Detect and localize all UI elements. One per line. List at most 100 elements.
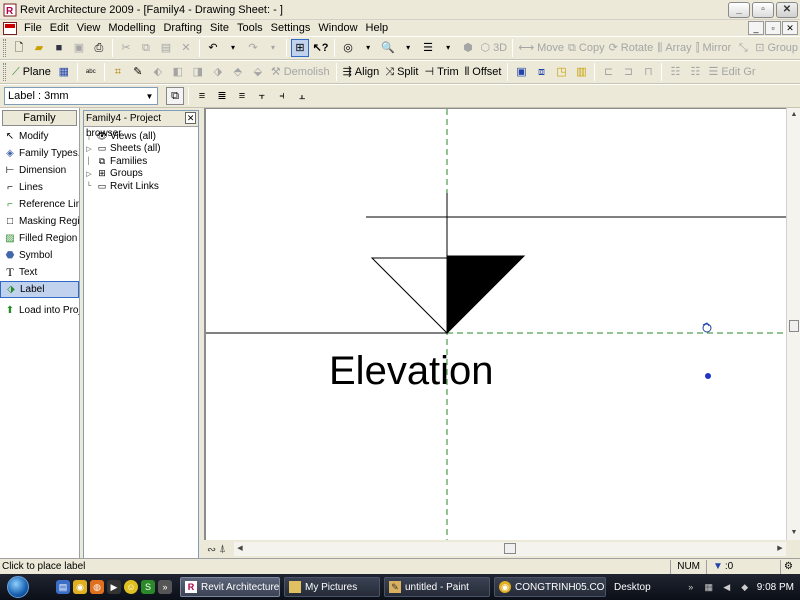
menu-tools[interactable]: Tools [233,22,267,34]
unjoin-geometry-icon[interactable]: ⬘ [229,63,247,81]
plane-button[interactable]: ⟋ Plane [10,63,53,81]
text-align-middle-icon[interactable]: ⫞ [273,87,291,105]
label-placement-point[interactable] [705,373,711,379]
zoom-icon[interactable]: 🔍 [379,39,397,57]
toolbar-grip[interactable] [3,63,6,81]
text-align-left-icon[interactable]: ≡ [193,87,211,105]
copy-to-clipboard-icon[interactable]: ⧈ [532,63,550,81]
text-tool[interactable]: T Text [0,264,79,281]
check-spelling-icon[interactable]: ᵃᵇᶜ [82,63,100,81]
document-icon[interactable] [3,21,17,35]
zoom-dropdown-icon[interactable]: ▾ [359,39,377,57]
vertical-scrollbar[interactable]: ▲ ▼ [786,108,800,540]
horizontal-scroll-thumb[interactable] [504,543,516,554]
join-geometry-icon[interactable]: ⬗ [209,63,227,81]
tree-item-views[interactable]: ┬ 👁 Views (all) [84,130,198,143]
offset-button[interactable]: ⫴ Offset [463,63,504,81]
taskbar-revit[interactable]: R Revit Architecture ... [180,577,280,597]
zoom-options-icon[interactable]: ▾ [399,39,417,57]
menu-settings[interactable]: Settings [267,22,315,34]
demolish-button[interactable]: ⚒ Demolish [269,63,332,81]
windows-explorer-icon[interactable]: ▤ [56,580,70,594]
menu-window[interactable]: Window [314,22,361,34]
list-left-icon[interactable]: ☷ [666,63,684,81]
resize-button[interactable]: ⤡ [734,39,752,57]
tray-expand-icon[interactable]: » [685,581,697,593]
paste-aligned-icon[interactable]: ◳ [552,63,570,81]
horizontal-scrollbar[interactable]: ◀ ▶ [234,542,786,556]
edit-group-button[interactable]: ☰ Edit Gr [706,63,757,81]
expand-icon[interactable]: ▷ [84,170,94,178]
scroll-up-icon[interactable]: ▲ [787,108,800,122]
scroll-down-icon[interactable]: ▼ [787,526,800,540]
menu-modelling[interactable]: Modelling [104,22,159,34]
align-right-icon[interactable]: ⊓ [639,63,657,81]
save-to-central-icon[interactable]: ▣ [70,39,88,57]
close-button[interactable]: ✕ [776,2,798,18]
eyedropper-icon[interactable]: ✎ [129,63,147,81]
lines-tool[interactable]: ⌐ Lines [0,179,79,196]
paste-icon[interactable]: ▤ [157,39,175,57]
detail-level-icon[interactable]: ⍋ [219,543,226,556]
redo-icon[interactable]: ↷ [244,39,262,57]
dimension-tool[interactable]: ⊢ Dimension [0,162,79,179]
type-selector-dropdown[interactable]: Label : 3mm ▼ [4,87,158,105]
modify-mode-icon[interactable]: ⊞ [290,39,309,57]
menu-file[interactable]: File [20,22,46,34]
cut-geometry-icon[interactable]: ◧ [169,63,187,81]
start-button[interactable] [0,574,36,600]
move-button[interactable]: ⟷ Move [517,39,564,57]
create-similar-icon[interactable]: ▣ [512,63,530,81]
rotate-button[interactable]: ⟳ Rotate [608,39,654,57]
uncut-geometry-icon[interactable]: ◨ [189,63,207,81]
properties-icon[interactable]: ⧉ [166,87,184,105]
scroll-right-icon[interactable]: ▶ [774,542,786,556]
skype-icon[interactable]: S [141,580,155,594]
steering-wheel-icon[interactable]: ◎ [339,39,357,57]
quick-launch-overflow-icon[interactable]: » [158,580,172,594]
tree-item-revit-links[interactable]: └ ▭ Revit Links [84,180,198,193]
security-icon[interactable]: ◆ [739,581,751,593]
new-icon[interactable]: 🗋 [10,39,28,57]
grid-icon[interactable]: ▦ [55,63,73,81]
text-align-right-icon[interactable]: ≡ [233,87,251,105]
clock[interactable]: 9:08 PM [757,582,794,593]
drawing-canvas[interactable]: Elevation [204,108,786,540]
taskbar-chrome-page[interactable]: ◉ CONGTRINH05.CO... [494,577,606,597]
list-center-icon[interactable]: ☷ [686,63,704,81]
family-types-tool[interactable]: ◈ Family Types... [0,145,79,162]
undo-icon[interactable]: ↶ [204,39,222,57]
label-tool[interactable]: ⬗ Label [0,281,79,298]
group-button[interactable]: ⊡ Group [754,39,799,57]
elevation-label[interactable]: Elevation [329,351,494,391]
filter-indicator[interactable]: ▼ :0 [706,559,780,574]
menu-help[interactable]: Help [362,22,393,34]
default-3d-view-icon[interactable]: ⬡ 3D [479,39,508,57]
doc-minimize-button[interactable]: _ [748,21,764,35]
menu-view[interactable]: View [73,22,105,34]
expand-icon[interactable]: ▷ [84,145,94,153]
tree-item-sheets[interactable]: ▷ ▭ Sheets (all) [84,143,198,156]
print-icon[interactable]: ⎙ [90,39,108,57]
menu-site[interactable]: Site [206,22,233,34]
text-align-bottom-icon[interactable]: ⫠ [293,87,311,105]
menu-edit[interactable]: Edit [46,22,73,34]
copy-icon[interactable]: ⧉ [137,39,155,57]
copy-button[interactable]: ⧉ Copy [567,39,606,57]
match-type-icon[interactable]: ⌗ [109,63,127,81]
tree-item-groups[interactable]: ▷ ⊞ Groups [84,168,198,181]
load-into-project-tool[interactable]: ⬆ Load into Project [0,302,79,319]
media-player-icon[interactable]: ▶ [107,580,121,594]
network-icon[interactable]: ▦ [703,581,715,593]
chrome-icon[interactable]: ◉ [73,580,87,594]
toolbar-grip[interactable] [3,39,6,57]
firefox-icon[interactable]: ◍ [90,580,104,594]
doc-close-button[interactable]: ✕ [782,21,798,35]
mirror-button[interactable]: ⫿ Mirror [695,39,733,57]
doc-restore-button[interactable]: ▫ [765,21,781,35]
masking-region-tool[interactable]: □ Masking Region [0,213,79,230]
volume-icon[interactable]: ◀ [721,581,733,593]
modify-tool[interactable]: ↖ Modify [0,128,79,145]
family-tab[interactable]: Family [2,110,77,126]
whats-this-help-icon[interactable]: ↖? [311,39,330,57]
